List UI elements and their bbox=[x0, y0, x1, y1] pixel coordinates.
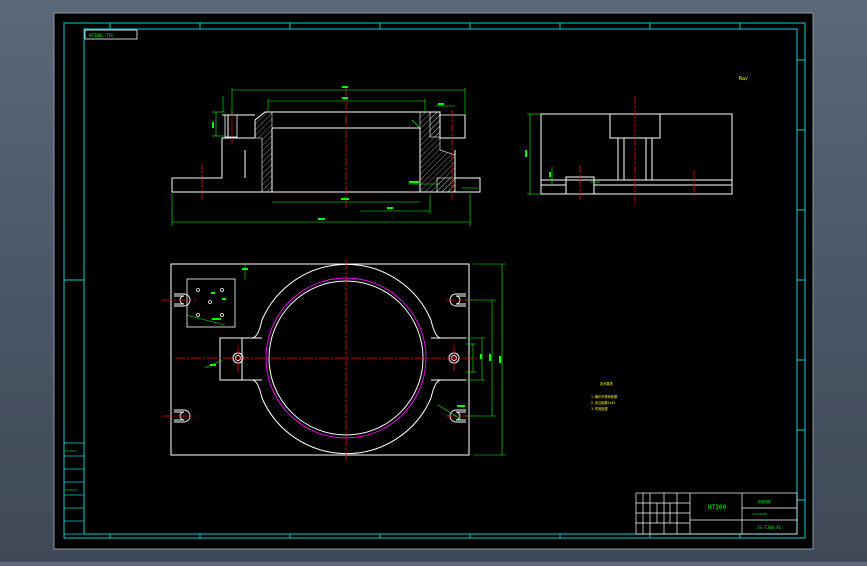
title-name: 机架底座 bbox=[758, 499, 772, 504]
cad-drawing-canvas[interactable]: HT300L-TTX Ra√ 技术要求 1.铸件不得有砂眼 2.未注倒角1x45… bbox=[0, 0, 867, 562]
notes-heading: 技术要求 bbox=[600, 381, 614, 386]
revision-row-1: ×××××× bbox=[65, 449, 77, 453]
sheet-background bbox=[53, 12, 814, 550]
drawing-number: JS-TJ08-A1 bbox=[757, 525, 782, 530]
note-2: 2.未注倒角1x45 bbox=[591, 400, 615, 405]
title-mid: ×××××××× bbox=[752, 512, 767, 516]
cad-viewport[interactable]: HT300L-TTX Ra√ 技术要求 1.铸件不得有砂眼 2.未注倒角1x45… bbox=[0, 0, 867, 562]
roughness-mark: Ra√ bbox=[739, 76, 748, 82]
note-3: 3.时效处理 bbox=[591, 406, 608, 411]
sheet-tag-text: HT300L-TTX bbox=[89, 33, 114, 38]
note-1: 1.铸件不得有砂眼 bbox=[591, 394, 618, 399]
title-material: HT300 bbox=[708, 504, 726, 511]
revision-row-4: ×××××× bbox=[65, 488, 77, 492]
